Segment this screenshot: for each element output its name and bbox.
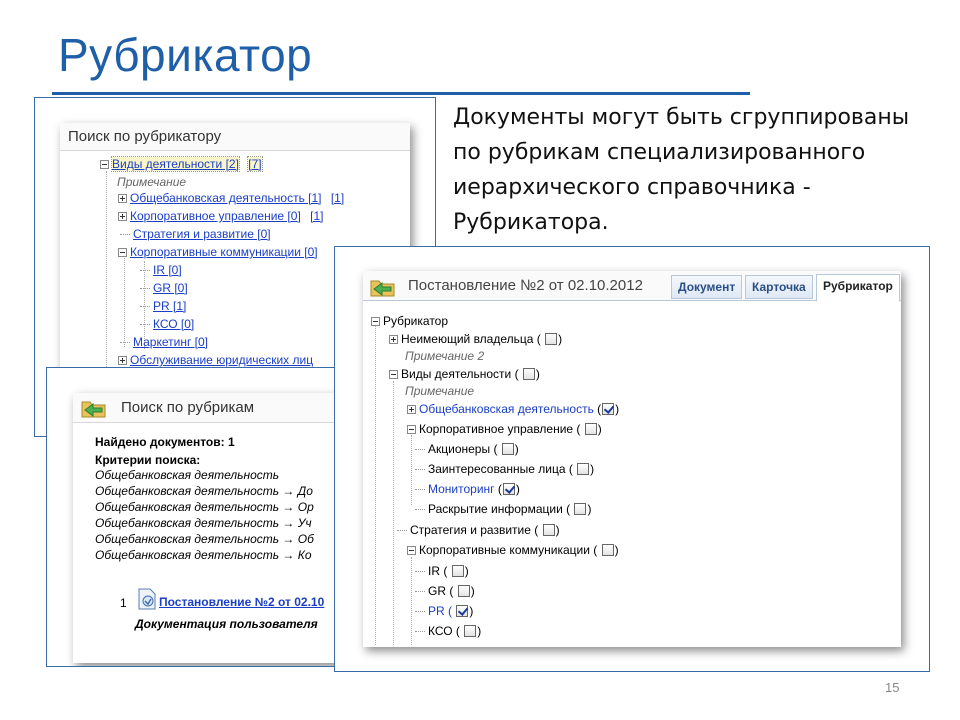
monitoring-checkbox[interactable] [502,483,515,495]
tree-item[interactable]: Стратегия и развитие [0] [120,226,271,242]
tree-item-monitoring[interactable]: Мониторинг () [415,481,520,497]
owner-note: Примечание 2 [405,349,485,363]
pr-checkbox[interactable] [456,605,469,617]
stakeholders-checkbox[interactable] [577,463,590,475]
tree-item[interactable]: Маркетинг [0] [120,334,208,350]
tree-item-activities[interactable]: Виды деятельности ( ) [389,366,540,382]
shareholders-checkbox[interactable] [501,443,514,455]
tree-item-communications[interactable]: Корпоративные коммуникации ( ) [407,542,619,558]
criteria-item: Общебанковская деятельность [95,468,280,482]
tree-root[interactable]: Виды деятельности [2] [7] [100,156,263,172]
slide-title: Рубрикатор [58,29,313,81]
strategy-checkbox[interactable] [542,524,555,536]
expand-icon[interactable] [407,405,416,414]
rubric-results-panel: Поиск по рубрикам Найдено документов: 1 … [73,393,345,663]
result-link[interactable]: Постановление №2 от 02.10 [159,595,324,609]
criteria-label: Критерии поиска: [95,453,201,467]
collapse-icon[interactable] [100,160,109,169]
criteria-item: Общебанковская деятельность → Уч [95,516,312,530]
panel-header: Поиск по рубрикатору [60,123,410,151]
tab-document[interactable]: Документ [671,275,743,299]
activities-note: Примечание [405,384,475,398]
tree-item[interactable]: GR [0] [140,280,188,296]
expand-icon[interactable] [389,335,398,344]
document-card-panel: Постановление №2 от 02.10.2012 Документ … [363,271,901,647]
title-underline [52,92,750,95]
collapse-icon[interactable] [407,546,416,555]
corporate-gov-checkbox[interactable] [584,423,597,435]
tree-item[interactable]: Общебанковская деятельность [1] [1] [118,190,344,206]
folder-back-icon [370,280,395,297]
tree-item-kso[interactable]: КСО ( ) [415,623,481,639]
collapse-icon[interactable] [407,425,416,434]
tree-item-strategy[interactable]: Стратегия и развитие ( ) [397,522,560,538]
document-title: Постановление №2 от 02.10.2012 [408,277,643,294]
panel-header: Поиск по рубрикам [73,393,345,423]
found-count: Найдено документов: 1 [95,435,235,449]
owner-checkbox[interactable] [545,333,558,345]
document-card-frame: Постановление №2 от 02.10.2012 Документ … [334,246,930,672]
general-checkbox[interactable] [602,403,615,415]
ir-checkbox[interactable] [451,565,464,577]
tree-item[interactable]: PR [1] [140,298,186,314]
document-icon [138,588,156,610]
tab-rubricator[interactable]: Рубрикатор [816,274,900,302]
criteria-item: Общебанковская деятельность → До [95,484,313,498]
result-index: 1 [120,596,127,610]
criteria-item: Общебанковская деятельность → Ко [95,548,312,562]
tree-item[interactable]: Корпоративное управление [0] [1] [118,208,323,224]
tree-item-owner[interactable]: Неимеющий владельца ( ) [389,331,562,347]
folder-back-icon [81,401,106,418]
tree-root-note: Примечание [117,175,187,189]
rubric-results-frame: Поиск по рубрикам Найдено документов: 1 … [46,367,346,667]
collapse-icon[interactable] [389,370,398,379]
expand-icon[interactable] [118,194,127,203]
tab-card[interactable]: Карточка [745,275,813,299]
tree-item[interactable]: КСО [0] [140,316,194,332]
tree-item-general[interactable]: Общебанковская деятельность () [407,401,619,417]
criteria-item: Общебанковская деятельность → Ор [95,500,314,514]
expand-icon[interactable] [118,212,127,221]
tree-item[interactable]: Корпоративные коммуникации [0] [118,244,318,260]
tree-item-pr[interactable]: PR ( ) [415,603,473,619]
tree-item-disclosure[interactable]: Раскрытие информации ( ) [415,501,591,517]
page-number: 15 [885,680,900,695]
tree-root[interactable]: Рубрикатор [371,313,448,329]
criteria-item: Общебанковская деятельность → Об [95,532,314,546]
disclosure-checkbox[interactable] [574,503,587,515]
collapse-icon[interactable] [371,317,380,326]
kso-checkbox[interactable] [464,625,477,637]
criteria-list: Общебанковская деятельность Общебанковск… [95,467,314,563]
slide-description: Документы могут быть сгруппированы по ру… [453,105,910,235]
tree-item[interactable]: IR [0] [140,262,182,278]
result-subtitle: Документация пользователя [135,617,318,631]
tree-item-ir[interactable]: IR ( ) [415,563,469,579]
communications-checkbox[interactable] [601,544,614,556]
tree-item[interactable]: Обслуживание юридических лиц [118,352,313,368]
tree-item-stakeholders[interactable]: Заинтересованные лица ( ) [415,461,594,477]
activities-checkbox[interactable] [522,368,535,380]
tree-item-corporate-gov[interactable]: Корпоративное управление ( ) [407,421,602,437]
tree-item-gr[interactable]: GR ( ) [415,583,475,599]
collapse-icon[interactable] [118,248,127,257]
gr-checkbox[interactable] [457,585,470,597]
tree-item-shareholders[interactable]: Акционеры ( ) [415,441,519,457]
expand-icon[interactable] [118,356,127,365]
